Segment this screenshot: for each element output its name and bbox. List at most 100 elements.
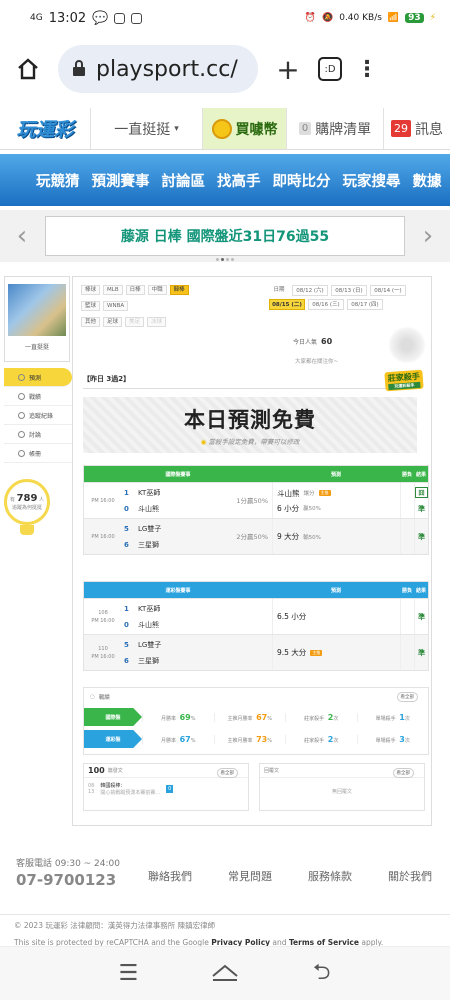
pick-cell: 6.5 小分 [272, 599, 400, 634]
table-row: PM 16:00 1 KT巫師 0 斗山熊 1分贏50% 斗山熊 讓分 主推 6 小分贏… [84, 482, 428, 518]
game-time-text: PM 16:00 [91, 653, 115, 660]
tag-kbo[interactable]: 韓棒 [169, 285, 189, 295]
team-name[interactable]: 三星獅 [138, 656, 159, 666]
date-option[interactable]: 08/16 (三) [308, 299, 344, 310]
team-name[interactable]: 斗山熊 [138, 504, 159, 514]
footer-link-terms[interactable]: 服務條款 [308, 868, 352, 884]
home-nav-icon[interactable] [205, 961, 245, 987]
site-logo[interactable]: 玩運彩 [0, 108, 90, 149]
banner-text[interactable]: 藤源 日棒 國際盤近31日76過55 [45, 216, 405, 256]
tag-mlb[interactable]: MLB [103, 285, 123, 295]
intl-table: 國際盤賽事 預測 勝負 結果 PM 16:00 1 KT巫師 0 斗山熊 1分贏50… [83, 465, 429, 555]
winloss-cell [400, 599, 414, 634]
tag-npb[interactable]: 日棒 [125, 285, 145, 295]
pick-cell: 9 大分 輸50% [272, 519, 400, 554]
team-score: 6 [124, 656, 129, 665]
date-option[interactable]: 08/14 (一) [370, 285, 406, 296]
game-time: PM 16:00 [91, 497, 115, 504]
avatar[interactable] [8, 284, 66, 336]
stat-label: 月勝率 [160, 737, 176, 744]
sidebar-item-predict[interactable]: 預測 [4, 368, 72, 387]
tag-hockey[interactable]: 冰球 [147, 317, 167, 327]
purchase-list-button[interactable]: 0 購牌清單 [286, 108, 383, 149]
footer-link-faq[interactable]: 常見問題 [228, 868, 272, 884]
footer-link-contact[interactable]: 聯絡我們 [148, 868, 192, 884]
intl-header-result: 結果 [414, 466, 428, 482]
spread-info: 2分贏50% [236, 533, 268, 541]
pick-cell: 9.5 大分 主推 [272, 635, 400, 670]
date-option[interactable]: 08/12 (六) [292, 285, 328, 296]
stat-cell: 莊家殺手 2次 [285, 734, 357, 744]
sidebar-item-follow-log[interactable]: 追蹤紀錄 [4, 406, 72, 425]
nav-item-experts[interactable]: 找高手 [217, 170, 261, 191]
nav-item-data[interactable]: 數據 [413, 170, 442, 191]
winloss-cell [400, 635, 414, 670]
sidebar-item-discuss[interactable]: 討論 [4, 425, 72, 444]
nav-item-predict[interactable]: 預測賽事 [92, 170, 150, 191]
sidebar-item-label: 討論 [29, 431, 42, 439]
sidebar-item-label: 追蹤紀錄 [29, 412, 54, 420]
nav-item-forum[interactable]: 討論區 [162, 170, 206, 191]
home-icon[interactable] [12, 53, 44, 85]
back-icon[interactable]: ⮌ [302, 955, 342, 993]
game-time-text: PM 16:00 [91, 617, 115, 624]
site-header: 玩運彩 一直挺挺 ▾ 買噱幣 0 購牌清單 29 訊息 [0, 108, 450, 150]
team-name[interactable]: 三星獅 [138, 540, 159, 550]
content-area: 一直挺挺 預測 戰績 追蹤紀錄 討論 帳冊 有 789 人 追蹤為何挺挺 棒球 … [0, 276, 450, 846]
address-bar[interactable]: playsport.cc/ [58, 45, 258, 93]
date-option[interactable]: 08/17 (四) [347, 299, 383, 310]
team-name[interactable]: 斗山熊 [138, 620, 159, 630]
footer-link-about[interactable]: 關於我們 [388, 868, 432, 884]
tag-cpbl[interactable]: 中職 [147, 285, 167, 295]
tag-football[interactable]: 美足 [125, 317, 145, 327]
team-name[interactable]: KT巫師 [138, 488, 160, 498]
stat-label: 主推月勝率 [227, 715, 253, 722]
post-date: 08 13 [88, 783, 95, 795]
lottery-header-pick: 預測 [272, 582, 400, 598]
date-option-selected[interactable]: 08/15 (二) [269, 299, 305, 310]
new-tab-icon[interactable]: + [272, 53, 304, 86]
chevron-right-icon[interactable]: › [416, 221, 440, 251]
match-teams: 5 LG雙子 6 三星獅 2分贏50% [122, 519, 272, 554]
game-number: 108 [98, 609, 108, 616]
stat-value: 67 [256, 712, 268, 722]
table-row: 110 PM 16:00 5 LG雙子 6 三星獅 9.5 大分 主推 準 [84, 634, 428, 670]
result-cell: 囧準 [414, 483, 428, 518]
messages-button[interactable]: 29 訊息 [383, 108, 450, 149]
free-note-row: ◉ 當殺手設定免費，帶賽可以修改 [201, 436, 300, 446]
buy-coin-button[interactable]: 買噱幣 [202, 108, 286, 149]
nav-item-play[interactable]: 玩競猜 [36, 170, 80, 191]
record-panel: ◌ 戰績 看全部 國際盤 月勝率 69% 主推月勝率 67% 莊家殺手 2次 單場殺… [83, 687, 429, 755]
service-hours: 客服電話 09:30 ~ 24:00 [16, 859, 120, 869]
team-name[interactable]: KT巫師 [138, 604, 160, 614]
cart-count-badge: 0 [298, 122, 312, 135]
user-menu[interactable]: 一直挺挺 ▾ [90, 108, 202, 149]
user-menu-label: 一直挺挺 [114, 121, 171, 138]
recent-apps-icon[interactable]: ☰ [108, 961, 148, 986]
stat-label: 主推月勝率 [227, 737, 253, 744]
circle-icon [18, 411, 25, 419]
nav-item-live-score[interactable]: 即時比分 [273, 170, 331, 191]
service-phone[interactable]: 07-9700123 [16, 871, 120, 889]
more-menu-icon[interactable]: ⋮ [356, 57, 378, 82]
chat-bubble-icon [18, 392, 25, 400]
replies-more-button[interactable]: 看全部 [392, 768, 414, 778]
killer-sub: 玩運彩殺手 [388, 381, 421, 391]
post-item[interactable]: 08 13 韓國殺棒： 開心挑戰蹤預測本賽前賽... 0 [84, 778, 248, 800]
tag-wnba[interactable]: WNBA [103, 301, 129, 311]
record-more-button[interactable]: 看全部 [396, 692, 418, 702]
tag-soccer[interactable]: 足球 [103, 317, 123, 327]
hot-icon: 主推 [318, 490, 331, 496]
lottery-header-result: 結果 [414, 582, 428, 598]
team-name[interactable]: LG雙子 [138, 524, 161, 534]
nav-item-player-search[interactable]: 玩家搜尋 [343, 170, 401, 191]
sidebar-item-ledger[interactable]: 帳冊 [4, 444, 72, 463]
posts-more-button[interactable]: 看全部 [216, 768, 238, 778]
tab-switcher-button[interactable]: :D [318, 57, 342, 81]
team-name[interactable]: LG雙子 [138, 640, 161, 650]
date-option[interactable]: 08/13 (日) [331, 285, 367, 296]
sidebar-item-record[interactable]: 戰績 [4, 387, 72, 406]
stat-label: 莊家殺手 [304, 715, 325, 722]
chevron-left-icon[interactable]: ‹ [10, 221, 34, 251]
buy-coin-label: 買噱幣 [235, 121, 278, 138]
